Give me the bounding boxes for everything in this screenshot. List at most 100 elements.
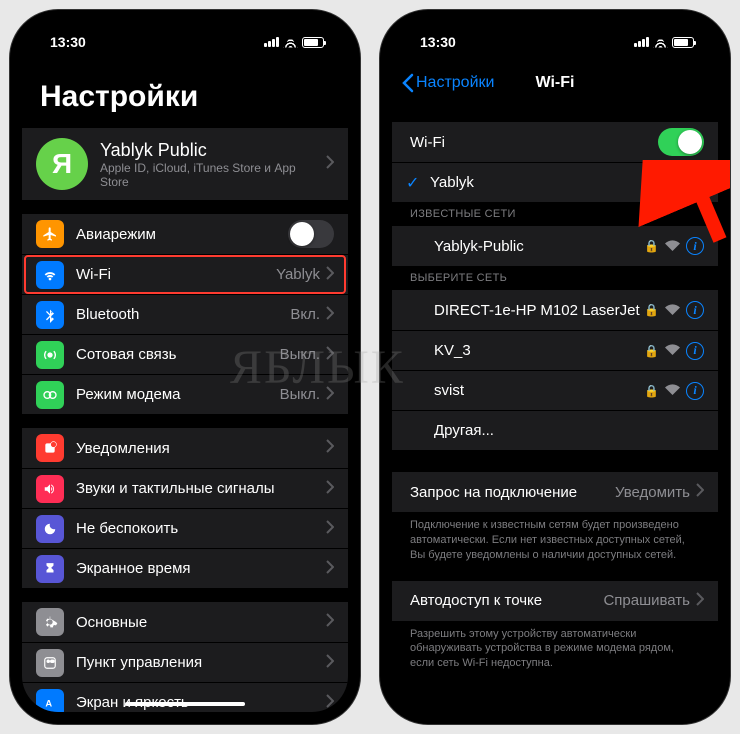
wifi-icon [283,37,298,48]
general-label: Основные [76,614,326,631]
bluetooth-label: Bluetooth [76,306,290,323]
gear-icon [36,608,64,636]
cellular-icon [36,341,64,369]
chevron-right-icon [326,480,334,498]
page-title: Настройки [22,62,348,128]
chevron-right-icon [326,386,334,404]
hotspot-icon [36,381,64,409]
phone-left: 13:30 Настройки Я Yablyk Public Apple ID… [10,10,360,724]
airplane-switch[interactable] [288,220,334,248]
network-name: svist [434,382,644,399]
info-button[interactable]: i [686,342,704,360]
lock-icon: 🔒 [644,176,659,190]
network-row[interactable]: KV_3 🔒 i [392,330,718,370]
profile-name: Yablyk Public [100,140,326,161]
nav-title: Wi-Fi [536,74,575,92]
wifi-strength-icon [665,302,680,319]
wifi-strength-icon [665,382,680,399]
notifications-label: Уведомления [76,440,326,457]
screentime-row[interactable]: Экранное время [22,548,348,588]
screen-right: 13:30 Настройки Wi-Fi Wi-Fi [392,22,718,712]
lock-icon: 🔒 [644,239,659,253]
wifi-icon [653,37,668,48]
wifi-label: Wi-Fi [76,266,276,283]
profile-sub: Apple ID, iCloud, iTunes Store и App Sto… [100,161,326,189]
connected-network-row[interactable]: ✓ Yablyk 🔒 i [392,162,718,202]
control-center-icon [36,649,64,677]
network-row[interactable]: DIRECT-1e-HP M102 LaserJet 🔒 i [392,290,718,330]
chevron-right-icon [326,155,334,173]
chevron-right-icon [326,306,334,324]
other-network-row[interactable]: Другая... [392,410,718,450]
sounds-row[interactable]: Звуки и тактильные сигналы [22,468,348,508]
sounds-icon [36,475,64,503]
info-button[interactable]: i [686,301,704,319]
lock-icon: 🔒 [644,303,659,317]
status-time: 13:30 [420,34,456,50]
chevron-right-icon [326,560,334,578]
wifi-strength-icon [665,174,680,191]
notifications-icon [36,434,64,462]
hotspot-value: Выкл. [280,386,320,403]
info-button[interactable]: i [686,237,704,255]
notch [475,10,635,36]
wifi-content: Wi-Fi ✓ Yablyk 🔒 i ИЗВЕСТНЫЕ [392,104,718,712]
sounds-label: Звуки и тактильные сигналы [76,480,326,497]
airplane-mode-row[interactable]: Авиарежим [22,214,348,254]
notifications-row[interactable]: Уведомления [22,428,348,468]
lock-icon: 🔒 [644,384,659,398]
airplane-label: Авиарежим [76,226,288,243]
nav-header: Настройки Wi-Fi [392,62,718,104]
screen-left: 13:30 Настройки Я Yablyk Public Apple ID… [22,22,348,712]
status-right [264,37,324,48]
home-indicator[interactable] [125,702,245,706]
chevron-right-icon [326,613,334,631]
ask-to-join-row[interactable]: Запрос на подключение Уведомить [392,472,718,512]
wifi-switch[interactable] [658,128,704,156]
auto-hotspot-value: Спрашивать [603,592,690,609]
battery-icon [672,37,694,48]
notch [105,10,265,36]
general-row[interactable]: Основные [22,602,348,642]
wifi-toggle-row[interactable]: Wi-Fi [392,122,718,162]
status-right [634,37,694,48]
screentime-label: Экранное время [76,560,326,577]
chevron-right-icon [696,483,704,501]
info-button[interactable]: i [686,382,704,400]
back-button[interactable]: Настройки [402,62,494,104]
info-button[interactable]: i [686,174,704,192]
bluetooth-row[interactable]: Bluetooth Вкл. [22,294,348,334]
auto-hotspot-footer: Разрешить этому устройству автоматически… [392,621,718,678]
connected-network-name: Yablyk [430,174,644,191]
wifi-toggle-label: Wi-Fi [410,134,658,151]
wifi-row[interactable]: Wi-Fi Yablyk [22,254,348,294]
cellular-value: Выкл. [280,346,320,363]
phone-right: 13:30 Настройки Wi-Fi Wi-Fi [380,10,730,724]
signal-icon [264,37,279,47]
hotspot-row[interactable]: Режим модема Выкл. [22,374,348,414]
checkmark-icon: ✓ [406,173,420,193]
status-time: 13:30 [50,34,86,50]
lock-icon: 🔒 [644,344,659,358]
ask-join-label: Запрос на подключение [410,484,615,501]
known-networks-header: ИЗВЕСТНЫЕ СЕТИ [392,202,718,226]
chevron-right-icon [326,694,334,712]
wifi-settings-icon [36,261,64,289]
display-row[interactable]: A Экран и яркость [22,682,348,712]
chevron-right-icon [326,520,334,538]
apple-id-row[interactable]: Я Yablyk Public Apple ID, iCloud, iTunes… [22,128,348,200]
settings-content: Настройки Я Yablyk Public Apple ID, iClo… [22,62,348,712]
control-center-row[interactable]: Пункт управления [22,642,348,682]
network-row[interactable]: svist 🔒 i [392,370,718,410]
dnd-label: Не беспокоить [76,520,326,537]
ask-join-footer: Подключение к известным сетям будет прои… [392,512,718,569]
signal-icon [634,37,649,47]
cellular-row[interactable]: Сотовая связь Выкл. [22,334,348,374]
chevron-right-icon [326,654,334,672]
ask-join-value: Уведомить [615,484,690,501]
dnd-row[interactable]: Не беспокоить [22,508,348,548]
auto-hotspot-row[interactable]: Автодоступ к точке Спрашивать [392,581,718,621]
hotspot-label: Режим модема [76,386,280,403]
known-network-row[interactable]: Yablyk-Public 🔒 i [392,226,718,266]
network-name: KV_3 [434,342,644,359]
